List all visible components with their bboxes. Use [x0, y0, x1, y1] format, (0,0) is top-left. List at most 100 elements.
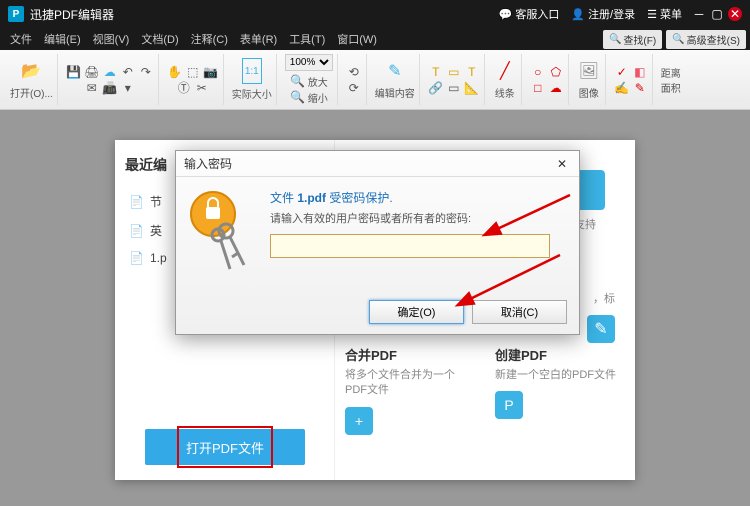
zoom-out-icon[interactable]: 🔍 [290, 89, 306, 105]
edit-card-icon[interactable]: ✎ [587, 315, 615, 343]
advanced-find-label: 高级查找(S) [687, 32, 740, 47]
lines-group[interactable]: ╱ 线条 [489, 54, 522, 105]
merge-pdf-card[interactable]: 合并PDF 将多个文件合并为一个PDF文件 + [345, 345, 475, 435]
file-name: 英 [150, 222, 162, 239]
redo-icon[interactable]: ↷ [138, 64, 154, 80]
eraser-icon[interactable]: ◧ [632, 64, 648, 80]
circle-icon[interactable]: ○ [530, 64, 546, 80]
zoom-group: 100% 🔍 放大 🔍 缩小 [281, 54, 338, 105]
create-pdf-card[interactable]: 创建PDF 新建一个空白的PDF文件 P [495, 345, 625, 435]
advanced-find-button[interactable]: 🔍高级查找(S) [666, 30, 746, 49]
rotate-group: ⟲ ⟳ [342, 54, 367, 105]
toolbar: 📂 打开(O)... 💾 🖨 ☁ ↶ ↷ ✉ 📠 ▾ ✋ ⬚ 📷 Ⓣ ✂ 1:1… [0, 50, 750, 110]
service-entry-label: 客服入口 [515, 6, 559, 22]
actual-size-label: 实际大小 [232, 86, 272, 101]
signature-icon[interactable]: ✍ [614, 80, 630, 96]
stamp-group: ✓ ◧ ✍ ✎ [610, 54, 653, 105]
line-icon: ╱ [493, 59, 517, 83]
measure-icon[interactable]: 📐 [464, 80, 480, 96]
service-entry-button[interactable]: 💬 客服入口 [499, 6, 560, 22]
cloud-shape-icon[interactable]: ☁ [548, 80, 564, 96]
menu-icon: ☰ [647, 8, 657, 21]
close-button[interactable]: ✕ [728, 7, 742, 21]
save-icon[interactable]: 💾 [66, 64, 82, 80]
image-group[interactable]: 🖼 图像 [573, 54, 606, 105]
menu-button[interactable]: ☰ 菜单 [647, 6, 682, 22]
menu-edit[interactable]: 编辑(E) [38, 31, 87, 47]
dropdown-icon[interactable]: ▾ [120, 80, 136, 96]
zoom-in-label: 放大 [308, 74, 328, 89]
zoom-in-icon[interactable]: 🔍 [290, 73, 306, 89]
text-tools-group: T ▭ T 🔗 ▭ 📐 [424, 54, 485, 105]
hand-icon[interactable]: ✋ [167, 64, 183, 80]
crop-icon[interactable]: ✂ [194, 80, 210, 96]
register-login-button[interactable]: 👤 注册/登录 [571, 6, 635, 22]
box-icon[interactable]: ▭ [446, 80, 462, 96]
rotate-left-icon[interactable]: ⟲ [346, 64, 362, 80]
lines-label: 线条 [495, 85, 515, 100]
cancel-button[interactable]: 取消(C) [472, 300, 567, 324]
dialog-message-1: 文件 1.pdf 受密码保护. [270, 189, 567, 206]
menu-form[interactable]: 表单(R) [234, 31, 283, 47]
menu-window[interactable]: 窗口(W) [331, 31, 383, 47]
menu-label: 菜单 [660, 6, 682, 22]
find-button[interactable]: 🔍查找(F) [603, 30, 662, 49]
titlebar: P 迅捷PDF编辑器 💬 客服入口 👤 注册/登录 ☰ 菜单 ─ ▢ ✕ [0, 0, 750, 28]
rotate-right-icon[interactable]: ⟳ [346, 80, 362, 96]
open-label: 打开(O)... [10, 85, 53, 100]
open-pdf-button[interactable]: 打开PDF文件 [145, 429, 305, 465]
zoom-select[interactable]: 100% [285, 54, 333, 71]
open-group[interactable]: 📂 打开(O)... [6, 54, 58, 105]
file-name: 节 [150, 193, 162, 210]
highlight-icon[interactable]: ▭ [446, 64, 462, 80]
menu-tools[interactable]: 工具(T) [283, 31, 331, 47]
search-icon: 🔍 [609, 34, 621, 45]
minimize-button[interactable]: ─ [692, 7, 706, 21]
print-icon[interactable]: 🖨 [84, 64, 100, 80]
merge-desc: 将多个文件合并为一个PDF文件 [345, 368, 475, 399]
ok-button[interactable]: 确定(O) [369, 300, 464, 324]
select-icon[interactable]: ⬚ [185, 64, 201, 80]
image-icon: 🖼 [577, 59, 601, 83]
link-icon[interactable]: 🔗 [428, 80, 444, 96]
measure-group: 距离 面积 [657, 54, 685, 105]
zoom-out-label: 缩小 [308, 90, 328, 105]
file-icon: 📄 [129, 251, 144, 265]
edit-content-group[interactable]: ✎ 编辑内容 [371, 54, 420, 105]
stamp-icon[interactable]: ✓ [614, 64, 630, 80]
merge-icon: + [345, 407, 373, 435]
text-tool-icon[interactable]: T [464, 64, 480, 80]
dialog-title: 输入密码 [184, 155, 232, 172]
dialog-close-button[interactable]: ✕ [553, 155, 571, 173]
menu-document[interactable]: 文档(D) [135, 31, 184, 47]
password-input[interactable] [270, 234, 550, 258]
menu-file[interactable]: 文件 [4, 31, 38, 47]
menu-view[interactable]: 视图(V) [87, 31, 136, 47]
register-login-label: 注册/登录 [588, 6, 635, 22]
polygon-icon[interactable]: ⬠ [548, 64, 564, 80]
square-icon[interactable]: □ [530, 80, 546, 96]
cloud-icon[interactable]: ☁ [102, 64, 118, 80]
area-label[interactable]: 面积 [661, 80, 681, 95]
lock-keys-icon [188, 189, 258, 279]
distance-label[interactable]: 距离 [661, 65, 681, 80]
scanner-icon[interactable]: 📠 [102, 80, 118, 96]
create-desc: 新建一个空白的PDF文件 [495, 368, 625, 383]
text-select-icon[interactable]: Ⓣ [176, 80, 192, 96]
edit-content-label: 编辑内容 [375, 85, 415, 100]
text-box-icon[interactable]: T [428, 64, 444, 80]
undo-icon[interactable]: ↶ [120, 64, 136, 80]
user-icon: 👤 [571, 8, 585, 21]
menu-annotate[interactable]: 注释(C) [185, 31, 234, 47]
create-title: 创建PDF [495, 345, 625, 364]
find-label: 查找(F) [623, 32, 656, 47]
image-label: 图像 [579, 85, 599, 100]
page-fit-group[interactable]: 1:1 实际大小 [228, 54, 277, 105]
pencil-icon[interactable]: ✎ [632, 80, 648, 96]
camera-icon[interactable]: 📷 [203, 64, 219, 80]
maximize-button[interactable]: ▢ [710, 7, 724, 21]
clipboard-group: ✋ ⬚ 📷 Ⓣ ✂ [163, 54, 224, 105]
file-icon: 📄 [129, 224, 144, 238]
email-icon[interactable]: ✉ [84, 80, 100, 96]
folder-open-icon: 📂 [19, 59, 43, 83]
